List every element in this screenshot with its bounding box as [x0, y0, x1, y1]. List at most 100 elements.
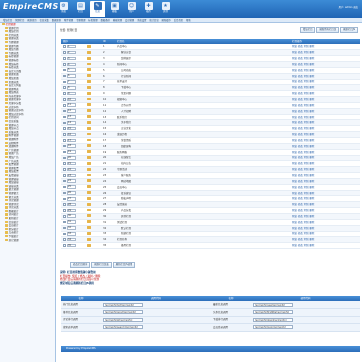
- row-checkbox[interactable]: [63, 45, 66, 48]
- order-input[interactable]: 12: [66, 109, 76, 113]
- order-input[interactable]: 19: [66, 150, 76, 154]
- sidebar-item-label: 增加列表: [8, 91, 19, 95]
- row-checkbox[interactable]: [63, 104, 66, 107]
- order-input[interactable]: 4: [66, 62, 76, 67]
- row-checkbox[interactable]: [63, 174, 66, 177]
- folder-icon: [5, 220, 8, 223]
- order-input[interactable]: 29: [66, 208, 76, 213]
- order-input[interactable]: 23: [66, 173, 76, 178]
- row-checkbox[interactable]: [63, 185, 66, 189]
- code-input[interactable]: [ecmsinfo]pl[/ecmsinfo]: [103, 317, 143, 322]
- sidebar-item[interactable]: 其它管理: [0, 238, 55, 243]
- order-input[interactable]: 15: [66, 126, 76, 131]
- order-input[interactable]: 5: [66, 68, 76, 72]
- name-cell[interactable]: 备用栏目: [115, 242, 245, 250]
- bulk-button[interactable]: 刷新栏目页面: [91, 262, 112, 268]
- toolbar-button-1[interactable]: ▤ 栏目: [73, 1, 88, 17]
- order-input[interactable]: 11: [66, 103, 76, 108]
- order-input[interactable]: 13: [66, 115, 76, 119]
- order-input[interactable]: 34: [66, 237, 76, 242]
- row-checkbox[interactable]: [63, 92, 66, 95]
- order-input[interactable]: 6: [66, 74, 76, 78]
- row-checkbox[interactable]: [63, 232, 66, 236]
- row-checkbox[interactable]: [63, 197, 66, 200]
- order-input[interactable]: 2: [66, 50, 76, 55]
- row-checkbox[interactable]: [63, 156, 66, 160]
- order-input[interactable]: 14: [66, 120, 76, 125]
- row-checkbox[interactable]: [63, 121, 66, 125]
- bulk-button[interactable]: 刷新栏目JS调用: [112, 262, 136, 268]
- row-checkbox[interactable]: [63, 86, 66, 89]
- row-checkbox[interactable]: [63, 63, 66, 66]
- code-input[interactable]: [ecmsinfo]firsttitle[/ecmsinfo]: [253, 310, 293, 315]
- order-input[interactable]: 31: [66, 220, 76, 224]
- row-checkbox[interactable]: [63, 220, 66, 224]
- sidebar-item-label: 增加专题: [8, 48, 19, 52]
- row-checkbox[interactable]: [63, 191, 66, 195]
- row-checkbox[interactable]: [63, 144, 66, 148]
- top-action-button[interactable]: 刷新所有栏目页: [316, 27, 340, 33]
- toolbar-button-4[interactable]: ☺ 用户: [124, 1, 139, 17]
- code-input[interactable]: [ecmsinfo]hot[/ecmsinfo]: [103, 302, 143, 307]
- row-checkbox[interactable]: [63, 127, 66, 130]
- order-input[interactable]: 20: [66, 156, 76, 160]
- code-input[interactable]: [ecmsinfo]login[/ecmsinfo]: [253, 325, 293, 330]
- row-checkbox[interactable]: [63, 244, 66, 247]
- toolbar-button-6[interactable]: ★ 其他: [158, 1, 173, 17]
- order-input[interactable]: 32: [66, 226, 76, 230]
- row-checkbox[interactable]: [63, 139, 66, 142]
- row-checkbox[interactable]: [63, 80, 66, 84]
- top-action-button[interactable]: 刷新栏目JS: [340, 27, 358, 33]
- row-checkbox[interactable]: [63, 51, 66, 54]
- row-checkbox[interactable]: [63, 98, 66, 101]
- order-input[interactable]: 27: [66, 196, 76, 201]
- row-checkbox[interactable]: [63, 162, 66, 165]
- toolbar-icon: ▣: [110, 2, 119, 10]
- code-input[interactable]: [ecmsinfo]search[/ecmsinfo]: [103, 325, 143, 330]
- row-checkbox[interactable]: [63, 179, 66, 183]
- code-input[interactable]: [ecmsinfo]new[/ecmsinfo]: [253, 302, 293, 307]
- order-input[interactable]: 22: [66, 167, 76, 172]
- row-checkbox[interactable]: [63, 226, 66, 230]
- row-checkbox[interactable]: [63, 203, 66, 206]
- top-action-button[interactable]: 增加栏目: [299, 27, 316, 33]
- bulk-button[interactable]: 修改栏目顺序: [70, 262, 91, 268]
- code-input[interactable]: [ecmsinfo]down[/ecmsinfo]: [253, 317, 293, 322]
- row-checkbox[interactable]: [63, 238, 66, 241]
- order-input[interactable]: 9: [66, 91, 76, 96]
- row-checkbox[interactable]: [63, 68, 66, 72]
- order-input[interactable]: 25: [66, 185, 76, 189]
- row-checkbox[interactable]: [63, 109, 66, 113]
- user-info[interactable]: 用户: admin 退出: [339, 6, 358, 10]
- order-input[interactable]: 1: [66, 44, 76, 49]
- order-input[interactable]: 21: [66, 161, 76, 166]
- toolbar-button-2[interactable]: ✎ 信息: [90, 1, 105, 17]
- row-checkbox[interactable]: [63, 57, 66, 60]
- sidebar-item-label: 增加链接: [8, 181, 19, 185]
- order-input[interactable]: 16: [66, 132, 76, 137]
- toolbar-button-3[interactable]: ▣ 模板: [107, 1, 122, 17]
- row-checkbox[interactable]: [63, 74, 66, 78]
- order-input[interactable]: 18: [66, 144, 76, 148]
- ops-cell[interactable]: 预览 修改 复制 删除: [290, 242, 360, 250]
- order-input[interactable]: 7: [66, 80, 76, 84]
- order-input[interactable]: 24: [66, 179, 76, 184]
- toolbar-button-5[interactable]: ✚ 插件: [141, 1, 156, 17]
- row-checkbox[interactable]: [63, 115, 66, 119]
- order-input[interactable]: 3: [66, 56, 76, 61]
- row-checkbox[interactable]: [63, 215, 66, 218]
- order-input[interactable]: 35: [66, 243, 76, 248]
- order-input[interactable]: 8: [66, 85, 76, 90]
- order-input[interactable]: 26: [66, 191, 76, 195]
- row-checkbox[interactable]: [63, 209, 66, 212]
- order-input[interactable]: 30: [66, 214, 76, 219]
- order-input[interactable]: 33: [66, 232, 76, 236]
- row-checkbox[interactable]: [63, 150, 66, 154]
- order-input[interactable]: 28: [66, 202, 76, 207]
- row-checkbox[interactable]: [63, 133, 66, 136]
- toolbar-button-0[interactable]: ⚙ 系统: [56, 1, 71, 17]
- order-input[interactable]: 10: [66, 97, 76, 102]
- row-checkbox[interactable]: [63, 168, 66, 171]
- order-input[interactable]: 17: [66, 138, 76, 143]
- code-input[interactable]: [ecmsinfo]good[/ecmsinfo]: [103, 310, 143, 315]
